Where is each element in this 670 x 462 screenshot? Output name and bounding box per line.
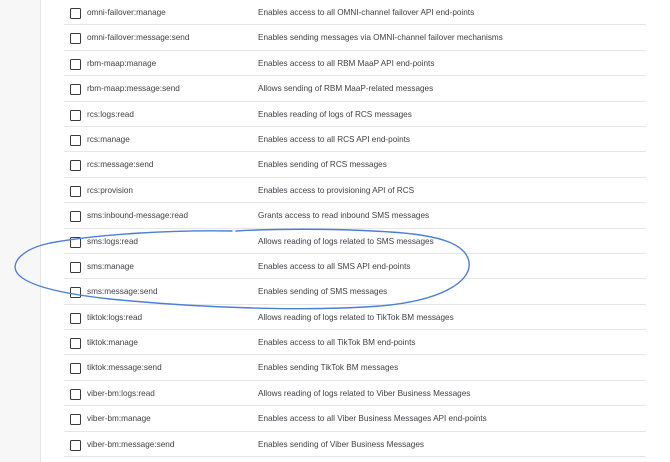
scope-row: sms:logs:read Allows reading of logs rela…: [64, 229, 646, 254]
scope-checkbox[interactable]: [70, 134, 81, 146]
scope-name: tiktok:message:send: [87, 363, 162, 373]
scope-checkbox[interactable]: [70, 414, 81, 426]
scope-name: tiktok:manage: [87, 338, 138, 348]
scope-row: rcs:provision Enables access to provision…: [64, 178, 646, 204]
scope-description: Enables access to all RCS API end-points: [258, 134, 411, 144]
scope-name: omni-failover:manage: [87, 8, 166, 17]
scope-checkbox[interactable]: [70, 312, 81, 324]
scope-description: Allows reading of logs related to Viber …: [258, 388, 471, 398]
scope-name: rcs:message:send: [87, 160, 154, 170]
scope-row: omni-failover:manage Enables access to al…: [64, 0, 646, 26]
scope-name: viber-bm:manage: [87, 414, 151, 424]
scope-name: viber-bm:message:send: [87, 439, 175, 449]
scope-description: Enables sending messages via OMNI-channe…: [258, 33, 503, 43]
scope-name: sms:manage: [87, 261, 134, 271]
scope-description: Enables reading of logs of RCS messages: [258, 109, 412, 119]
scope-name: sms:message:send: [87, 287, 158, 297]
scope-checkbox[interactable]: [70, 338, 81, 350]
scope-row: rbm-maap:manage Enables access to all RBM…: [64, 51, 646, 77]
scope-description: Enables access to all SMS API end-points: [258, 261, 411, 271]
scope-row: rcs:logs:read Enables reading of logs of …: [64, 102, 646, 127]
scope-row: rcs:message:send Enables sending of RCS m…: [64, 152, 646, 178]
scope-description: Enables sending TikTok BM messages: [258, 363, 399, 373]
scope-row: tiktok:logs:read Allows reading of logs r…: [64, 305, 646, 331]
scope-checkbox[interactable]: [70, 211, 81, 223]
scope-row: tiktok:manage Enables access to all TikTo…: [64, 330, 646, 356]
scope-checkbox[interactable]: [70, 109, 81, 121]
scopes-table: omni-failover:manage Enables access to al…: [64, 0, 646, 458]
scope-name: rcs:manage: [87, 134, 130, 144]
scope-name: sms:logs:read: [87, 236, 138, 246]
scope-description: Allows reading of logs related to TikTok…: [258, 312, 454, 322]
scope-row: viber-bm:manage Enables access to all Vib…: [64, 406, 646, 432]
scope-name: rcs:provision: [87, 185, 133, 195]
scope-row: rcs:manage Enables access to all RCS API …: [64, 127, 646, 153]
scope-description: Allows reading of logs related to SMS me…: [258, 236, 434, 246]
scope-description: Enables sending of RCS messages: [258, 160, 387, 170]
scope-description: Grants access to read inbound SMS messag…: [258, 211, 430, 221]
scope-description: Enables access to provisioning API of RC…: [258, 185, 415, 195]
scope-checkbox[interactable]: [70, 160, 81, 172]
scope-description: Allows sending of RBM MaaP-related messa…: [258, 84, 434, 94]
left-sidebar-edge: [0, 0, 41, 462]
scope-name: tiktok:logs:read: [87, 312, 143, 322]
scope-checkbox[interactable]: [70, 33, 81, 45]
scope-row: tiktok:message:send Enables sending TikTo…: [64, 355, 646, 381]
scope-row: rbm-maap:message:send Allows sending of R…: [64, 76, 646, 102]
scope-checkbox[interactable]: [70, 8, 81, 19]
scope-description: Enables access to all RBM MaaP API end-p…: [258, 58, 435, 68]
scope-row: viber-bm:message:send Enables sending of …: [64, 432, 646, 458]
scope-checkbox[interactable]: [70, 287, 81, 299]
scope-name: rcs:logs:read: [87, 109, 134, 119]
scope-checkbox[interactable]: [70, 185, 81, 197]
scope-checkbox[interactable]: [70, 363, 81, 375]
scope-name: viber-bm:logs:read: [87, 388, 155, 398]
scope-name: omni-failover:message:send: [87, 33, 190, 43]
scope-name: sms:inbound-message:read: [87, 211, 189, 221]
scope-row: viber-bm:logs:read Allows reading of logs…: [64, 381, 646, 407]
scope-checkbox[interactable]: [70, 84, 81, 96]
scope-checkbox[interactable]: [70, 388, 81, 400]
scope-description: Enables sending of SMS messages: [258, 287, 388, 297]
scope-description: Enables access to all OMNI-channel failo…: [258, 8, 475, 17]
scope-description: Enables access to all TikTok BM end-poin…: [258, 338, 416, 348]
scope-checkbox[interactable]: [70, 439, 81, 451]
scope-checkbox[interactable]: [70, 236, 81, 248]
scope-checkbox[interactable]: [70, 261, 81, 273]
scope-row: sms:message:send Enables sending of SMS m…: [64, 279, 646, 305]
scope-row: omni-failover:message:send Enables sendin…: [64, 25, 646, 51]
scope-row: sms:manage Enables access to all SMS API …: [64, 254, 646, 280]
scope-description: Enables sending of Viber Business Messag…: [258, 439, 424, 449]
scope-name: rbm-maap:manage: [87, 58, 157, 68]
scope-name: rbm-maap:message:send: [87, 84, 180, 94]
scopes-page: omni-failover:manage Enables access to al…: [0, 0, 670, 462]
scope-checkbox[interactable]: [70, 58, 81, 70]
scope-row: sms:inbound-message:read Grants access to…: [64, 203, 646, 229]
scope-description: Enables access to all Viber Business Mes…: [258, 414, 487, 424]
